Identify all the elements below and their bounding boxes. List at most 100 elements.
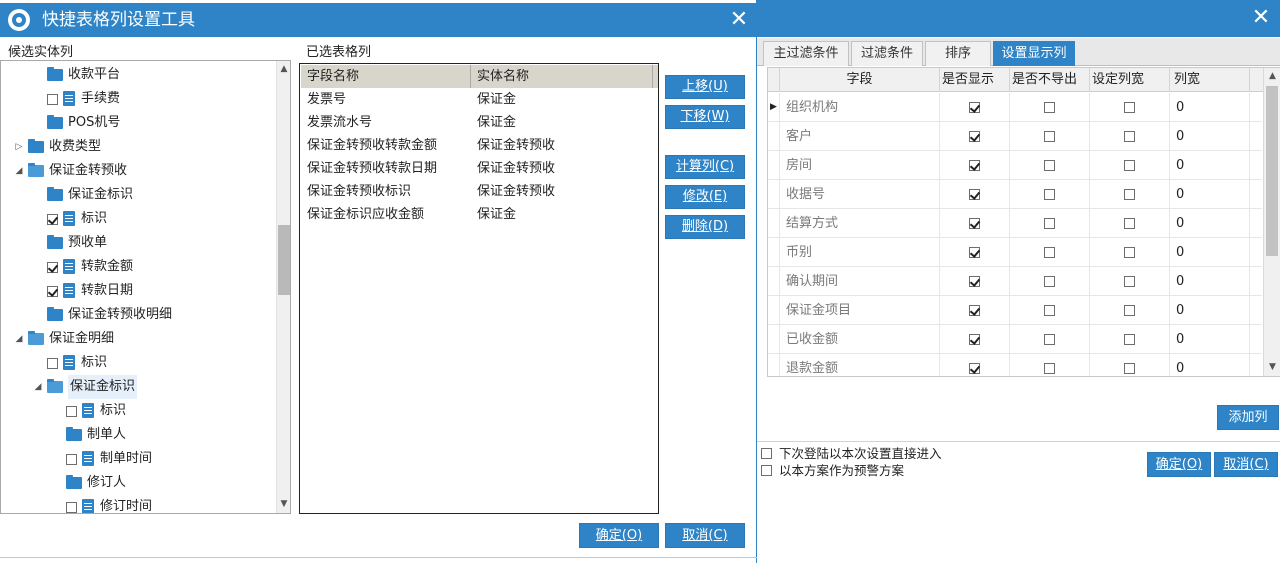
grid-scroll-thumb[interactable]: [1266, 86, 1278, 256]
collapse-arrow-icon[interactable]: ◢: [33, 375, 43, 399]
tree-item-checkbox[interactable]: [47, 358, 58, 369]
table-row[interactable]: 保证金标识应收金额 保证金: [301, 203, 658, 226]
tree-item[interactable]: 标识: [1, 351, 276, 375]
no-export-checkbox[interactable]: [1044, 276, 1055, 287]
option-alert-scheme[interactable]: 以本方案作为预警方案: [761, 463, 904, 479]
move-up-button[interactable]: 上移(U): [665, 75, 745, 99]
grid-row[interactable]: 客户 0: [768, 122, 1262, 151]
no-export-checkbox[interactable]: [1044, 102, 1055, 113]
tree-item-checkbox[interactable]: [66, 454, 77, 465]
close-icon[interactable]: ✕: [727, 8, 751, 32]
table-row[interactable]: 保证金转预收标识 保证金转预收: [301, 180, 658, 203]
grid-row[interactable]: 保证金项目 0: [768, 296, 1262, 325]
set-width-checkbox[interactable]: [1124, 102, 1135, 113]
set-width-checkbox[interactable]: [1124, 247, 1135, 258]
scroll-up-icon[interactable]: ▲: [277, 61, 290, 78]
cell-width[interactable]: 0: [1170, 180, 1250, 209]
cell-width[interactable]: 0: [1170, 325, 1250, 354]
cell-width[interactable]: 0: [1170, 296, 1250, 325]
tab-sort[interactable]: 排序: [925, 41, 991, 66]
tree-item[interactable]: 制单人: [1, 423, 276, 447]
show-checkbox[interactable]: [969, 131, 980, 142]
table-row[interactable]: 保证金转预收转款日期 保证金转预收: [301, 157, 658, 180]
no-export-checkbox[interactable]: [1044, 363, 1055, 374]
no-export-checkbox[interactable]: [1044, 189, 1055, 200]
tree-item-checkbox[interactable]: [66, 502, 77, 513]
tree-item-checkbox[interactable]: [47, 214, 58, 225]
set-width-checkbox[interactable]: [1124, 160, 1135, 171]
scroll-down-icon[interactable]: ▼: [277, 496, 290, 513]
option-next-login[interactable]: 下次登陆以本次设置直接进入: [761, 446, 942, 462]
cancel-button[interactable]: 取消(C): [665, 523, 745, 548]
cell-width[interactable]: 0: [1170, 238, 1250, 267]
grid-row[interactable]: 币别 0: [768, 238, 1262, 267]
option-next-login-checkbox[interactable]: [761, 448, 772, 459]
no-export-checkbox[interactable]: [1044, 218, 1055, 229]
set-width-checkbox[interactable]: [1124, 363, 1135, 374]
grid-row[interactable]: ▶ 组织机构 0: [768, 93, 1262, 122]
set-width-checkbox[interactable]: [1124, 276, 1135, 287]
set-width-checkbox[interactable]: [1124, 305, 1135, 316]
cell-width[interactable]: 0: [1170, 354, 1250, 376]
tree-item[interactable]: 标识: [1, 399, 276, 423]
cell-width[interactable]: 0: [1170, 209, 1250, 238]
show-checkbox[interactable]: [969, 363, 980, 374]
tree-item[interactable]: 预收单: [1, 231, 276, 255]
cell-width[interactable]: 0: [1170, 122, 1250, 151]
table-row[interactable]: 发票流水号 保证金: [301, 111, 658, 134]
move-down-button[interactable]: 下移(W): [665, 105, 745, 129]
no-export-checkbox[interactable]: [1044, 334, 1055, 345]
grid-row[interactable]: 房间 0: [768, 151, 1262, 180]
bg-ok-button[interactable]: 确定(O): [1147, 452, 1211, 477]
close-icon[interactable]: ✕: [1249, 6, 1273, 30]
set-width-checkbox[interactable]: [1124, 131, 1135, 142]
grid-scrollbar[interactable]: ▲ ▼: [1263, 68, 1280, 376]
tree-scrollbar[interactable]: ▲ ▼: [276, 61, 290, 513]
tree-item-checkbox[interactable]: [47, 262, 58, 273]
set-width-checkbox[interactable]: [1124, 334, 1135, 345]
tree-item[interactable]: 转款日期: [1, 279, 276, 303]
expand-arrow-icon[interactable]: ▷: [14, 135, 24, 159]
show-checkbox[interactable]: [969, 160, 980, 171]
grid-row[interactable]: 收据号 0: [768, 180, 1262, 209]
tree-item[interactable]: ◢ 保证金转预收: [1, 159, 276, 183]
cell-width[interactable]: 0: [1170, 267, 1250, 296]
show-checkbox[interactable]: [969, 334, 980, 345]
edit-button[interactable]: 修改(E): [665, 185, 745, 209]
bg-cancel-button[interactable]: 取消(C): [1214, 452, 1278, 477]
table-row[interactable]: 发票号 保证金: [301, 88, 658, 111]
option-alert-scheme-checkbox[interactable]: [761, 465, 772, 476]
cell-width[interactable]: 0: [1170, 151, 1250, 180]
cell-width[interactable]: 0: [1170, 93, 1250, 122]
show-checkbox[interactable]: [969, 218, 980, 229]
tree-item[interactable]: ◢ 保证金明细: [1, 327, 276, 351]
tree-item-checkbox[interactable]: [66, 406, 77, 417]
no-export-checkbox[interactable]: [1044, 160, 1055, 171]
tree-item-checkbox[interactable]: [47, 94, 58, 105]
show-checkbox[interactable]: [969, 102, 980, 113]
scroll-down-icon[interactable]: ▼: [1264, 359, 1280, 376]
show-checkbox[interactable]: [969, 276, 980, 287]
tree-item[interactable]: 修订人: [1, 471, 276, 495]
tree-item[interactable]: 保证金标识: [1, 183, 276, 207]
tab-display-columns[interactable]: 设置显示列: [993, 41, 1075, 66]
no-export-checkbox[interactable]: [1044, 305, 1055, 316]
tree-item-checkbox[interactable]: [47, 286, 58, 297]
grid-row[interactable]: 结算方式 0: [768, 209, 1262, 238]
table-row[interactable]: 保证金转预收转款金额 保证金转预收: [301, 134, 658, 157]
grid-row[interactable]: 已收金额 0: [768, 325, 1262, 354]
collapse-arrow-icon[interactable]: ◢: [14, 159, 24, 183]
delete-button[interactable]: 删除(D): [665, 215, 745, 239]
add-column-button[interactable]: 添加列: [1217, 405, 1279, 430]
tree-item[interactable]: 标识: [1, 207, 276, 231]
tree-item[interactable]: 收款平台: [1, 63, 276, 87]
grid-row[interactable]: 确认期间 0: [768, 267, 1262, 296]
tree-item[interactable]: ◢ 保证金标识: [1, 375, 276, 399]
grid-row[interactable]: 退款金额 0: [768, 354, 1262, 376]
tree-item[interactable]: 修订时间: [1, 495, 276, 513]
tab-main-filter[interactable]: 主过滤条件: [763, 41, 849, 66]
set-width-checkbox[interactable]: [1124, 218, 1135, 229]
tree-item[interactable]: 手续费: [1, 87, 276, 111]
set-width-checkbox[interactable]: [1124, 189, 1135, 200]
tree-item[interactable]: 转款金额: [1, 255, 276, 279]
